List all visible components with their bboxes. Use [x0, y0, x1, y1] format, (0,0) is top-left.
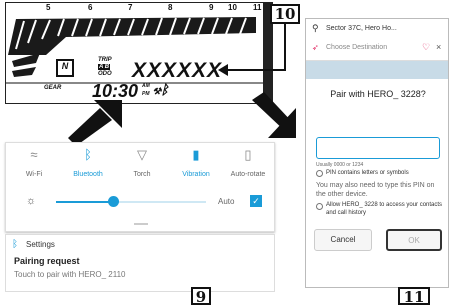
tile-label: Bluetooth — [73, 171, 103, 178]
brightness-fill — [56, 201, 113, 203]
pin-hint: Usually 0000 or 1234 — [316, 162, 364, 168]
notification-app: Settings — [26, 240, 55, 249]
brightness-auto-label: Auto — [218, 197, 235, 206]
pin-letters-checkbox[interactable] — [316, 170, 323, 177]
map-header: ⚲ Sector 37C, Hero Ho... ➶ Choose Destin… — [306, 19, 448, 61]
brightness-track — [56, 201, 206, 203]
brightness-slider-thumb[interactable] — [108, 196, 119, 207]
pair-dialog: Pair with HERO_ 3228? Usually 0000 or 12… — [306, 79, 448, 287]
callout-11: 11 — [398, 287, 430, 306]
tile-label: Wi-Fi — [25, 171, 43, 178]
vibration-icon[interactable]: ▮ — [170, 147, 222, 163]
auto-brightness-checkbox[interactable]: ✓ — [250, 195, 262, 207]
allow-access-label: Allow HERO_ 3228 to access your contacts… — [326, 202, 443, 216]
torch-icon[interactable]: ▽ — [116, 147, 168, 163]
pin-note: You may also need to type this PIN on th… — [316, 182, 435, 198]
quick-settings-panel: ≈ Wi-Fi ᛒ Bluetooth ▽ Torch ▮ Vibration … — [5, 142, 275, 232]
close-icon[interactable]: × — [436, 42, 441, 52]
tile-label: Torch — [133, 171, 151, 178]
brightness-icon: ☼ — [26, 195, 37, 207]
navigate-icon: ➶ — [312, 43, 319, 52]
map-strip — [306, 61, 448, 79]
dialog-title: Pair with HERO_ 3228? — [330, 89, 426, 99]
auto-rotate-icon[interactable]: ▯ — [222, 147, 274, 163]
ok-button[interactable]: OK — [386, 229, 442, 251]
wifi-icon[interactable]: ≈ — [8, 147, 60, 162]
notification-title: Pairing request — [14, 256, 80, 266]
pin-input[interactable] — [316, 137, 440, 159]
allow-access-checkbox[interactable] — [316, 203, 323, 210]
notification-body: Touch to pair with HERO_ 2110 — [14, 270, 126, 279]
phone-screen: ⚲ Sector 37C, Hero Ho... ➶ Choose Destin… — [305, 18, 449, 288]
callout-9: 9 — [191, 287, 211, 306]
tile-label: Vibration — [182, 171, 210, 178]
favorite-icon[interactable]: ♡ — [422, 42, 430, 53]
bluetooth-icon[interactable]: ᛒ — [62, 147, 114, 162]
panel-handle[interactable] — [134, 223, 148, 225]
pin-letters-label: PIN contains letters or symbols — [326, 170, 409, 176]
tile-label: Auto-rotate — [230, 171, 266, 178]
location-pin-icon: ⚲ — [312, 23, 319, 33]
pairing-notification[interactable]: ᛒ Settings Pairing request Touch to pair… — [5, 234, 275, 292]
current-location: Sector 37C, Hero Ho... — [326, 25, 397, 32]
cancel-button[interactable]: Cancel — [314, 229, 372, 251]
bluetooth-icon: ᛒ — [12, 239, 18, 250]
destination-input[interactable]: Choose Destination — [326, 44, 387, 51]
